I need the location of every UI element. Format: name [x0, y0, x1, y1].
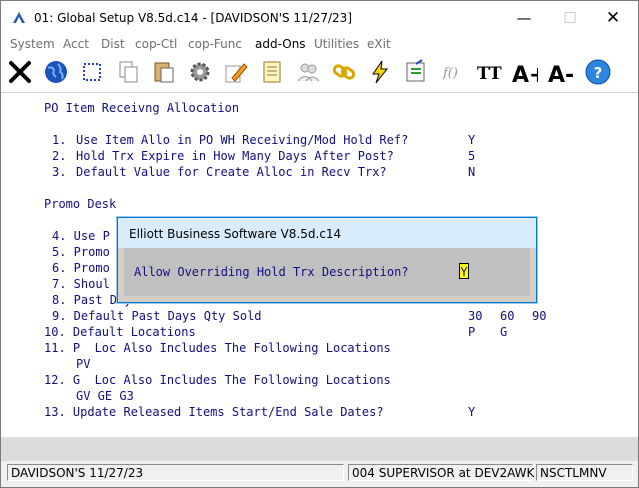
copy-icon[interactable]: [113, 57, 143, 87]
close-window-button[interactable]: ✕: [590, 1, 636, 35]
font-shrink-icon[interactable]: A-: [545, 57, 575, 87]
section-title-promo-desk: Promo Desk: [44, 197, 117, 211]
dialog-question: Allow Overriding Hold Trx Description?: [134, 265, 409, 279]
menu-acct[interactable]: Acct: [63, 37, 89, 51]
menu-cop-func[interactable]: cop-Func: [188, 37, 242, 51]
minimize-button[interactable]: —: [501, 1, 547, 35]
line-9-label: 9. Default Past Days Qty Sold: [52, 309, 262, 323]
line-13-label: 13. Update Released Items Start/End Sale…: [44, 405, 384, 419]
line-1-number: 1.: [52, 133, 67, 147]
menu-utilities[interactable]: Utilities: [314, 37, 359, 51]
status-bar: DAVIDSON'S 11/27/23 004 SUPERVISOR at DE…: [1, 461, 638, 487]
line-10-value-1[interactable]: P: [468, 325, 475, 339]
line-2-label: Hold Trx Expire in How Many Days After P…: [76, 149, 394, 163]
menu-bar: System Acct Dist cop-Ctl cop-Func add-On…: [1, 35, 638, 54]
line-1-value[interactable]: Y: [468, 133, 475, 147]
menu-system[interactable]: System: [10, 37, 55, 51]
paste-icon[interactable]: [149, 57, 179, 87]
export-icon[interactable]: [401, 57, 431, 87]
window-title: 01: Global Setup V8.5d.c14 - [DAVIDSON'S…: [34, 11, 352, 25]
help-icon[interactable]: ?: [583, 57, 613, 87]
font-shrink-label: A-: [548, 63, 574, 86]
line-3-label: Default Value for Create Alloc in Recv T…: [76, 165, 387, 179]
function-label: f(): [442, 66, 458, 81]
line-4-label: 4. Use P: [52, 229, 110, 243]
lightning-icon[interactable]: [365, 57, 395, 87]
status-user: 004 SUPERVISOR at DEV2AWK: [348, 464, 534, 481]
section-title-po-allocation: PO Item Receivng Allocation: [44, 101, 240, 115]
main-window: 01: Global Setup V8.5d.c14 - [DAVIDSON'S…: [0, 0, 639, 488]
dialog-title-bar[interactable]: Elliott Business Software V8.5d.c14: [118, 218, 536, 249]
menu-cop-ctl[interactable]: cop-Ctl: [135, 37, 177, 51]
status-mode: NSCTLMNV: [536, 464, 633, 481]
line-9-value-2[interactable]: 60: [500, 309, 514, 323]
notes-icon[interactable]: [257, 57, 287, 87]
dialog-body: Allow Overriding Hold Trx Description? Y: [124, 248, 530, 296]
font-grow-icon[interactable]: A+: [509, 57, 539, 87]
dialog-title: Elliott Business Software V8.5d.c14: [129, 227, 342, 241]
close-x-icon[interactable]: [5, 57, 35, 87]
font-label: TT: [477, 64, 502, 84]
title-bar: 01: Global Setup V8.5d.c14 - [DAVIDSON'S…: [1, 1, 638, 35]
line-12-label: 12. G Loc Also Includes The Following Lo…: [44, 373, 391, 387]
font-grow-label: A+: [512, 63, 538, 86]
toolbar: f() TT A+ A- ?: [1, 54, 638, 93]
line-13-value[interactable]: Y: [468, 405, 475, 419]
dialog-answer-input[interactable]: Y: [459, 263, 469, 279]
line-12-locations[interactable]: GV GE G3: [76, 389, 134, 403]
bottom-band: [1, 437, 638, 461]
users-icon[interactable]: [293, 57, 323, 87]
app-icon: [13, 12, 25, 23]
edit-pencil-icon[interactable]: [221, 57, 251, 87]
line-9-value-1[interactable]: 30: [468, 309, 482, 323]
link-chain-icon[interactable]: [329, 57, 359, 87]
line-7-label: 7. Shoul: [52, 277, 110, 291]
line-3-value[interactable]: N: [468, 165, 475, 179]
settings-gear-icon[interactable]: [185, 57, 215, 87]
line-2-number: 2.: [52, 149, 67, 163]
line-11-label: 11. P Loc Also Includes The Following Lo…: [44, 341, 391, 355]
line-9-value-3[interactable]: 90: [532, 309, 546, 323]
status-company: DAVIDSON'S 11/27/23: [7, 464, 344, 481]
globe-icon[interactable]: [41, 57, 71, 87]
line-11-locations[interactable]: PV: [76, 357, 90, 371]
function-icon[interactable]: f(): [437, 57, 467, 87]
select-box-icon[interactable]: [77, 57, 107, 87]
line-10-value-2[interactable]: G: [500, 325, 507, 339]
confirm-dialog: Elliott Business Software V8.5d.c14 Allo…: [117, 217, 537, 303]
menu-dist[interactable]: Dist: [101, 37, 125, 51]
help-label: ?: [594, 64, 603, 82]
menu-exit[interactable]: eXit: [367, 37, 391, 51]
line-6-label: 6. Promo: [52, 261, 110, 275]
line-2-value[interactable]: 5: [468, 149, 475, 163]
line-10-label: 10. Default Locations: [44, 325, 196, 339]
menu-add-ons[interactable]: add-Ons: [255, 37, 306, 51]
line-3-number: 3.: [52, 165, 67, 179]
font-icon[interactable]: TT: [473, 57, 503, 87]
line-5-label: 5. Promo: [52, 245, 110, 259]
maximize-button[interactable]: ☐: [547, 1, 593, 35]
line-1-label: Use Item Allo in PO WH Receiving/Mod Hol…: [76, 133, 409, 147]
